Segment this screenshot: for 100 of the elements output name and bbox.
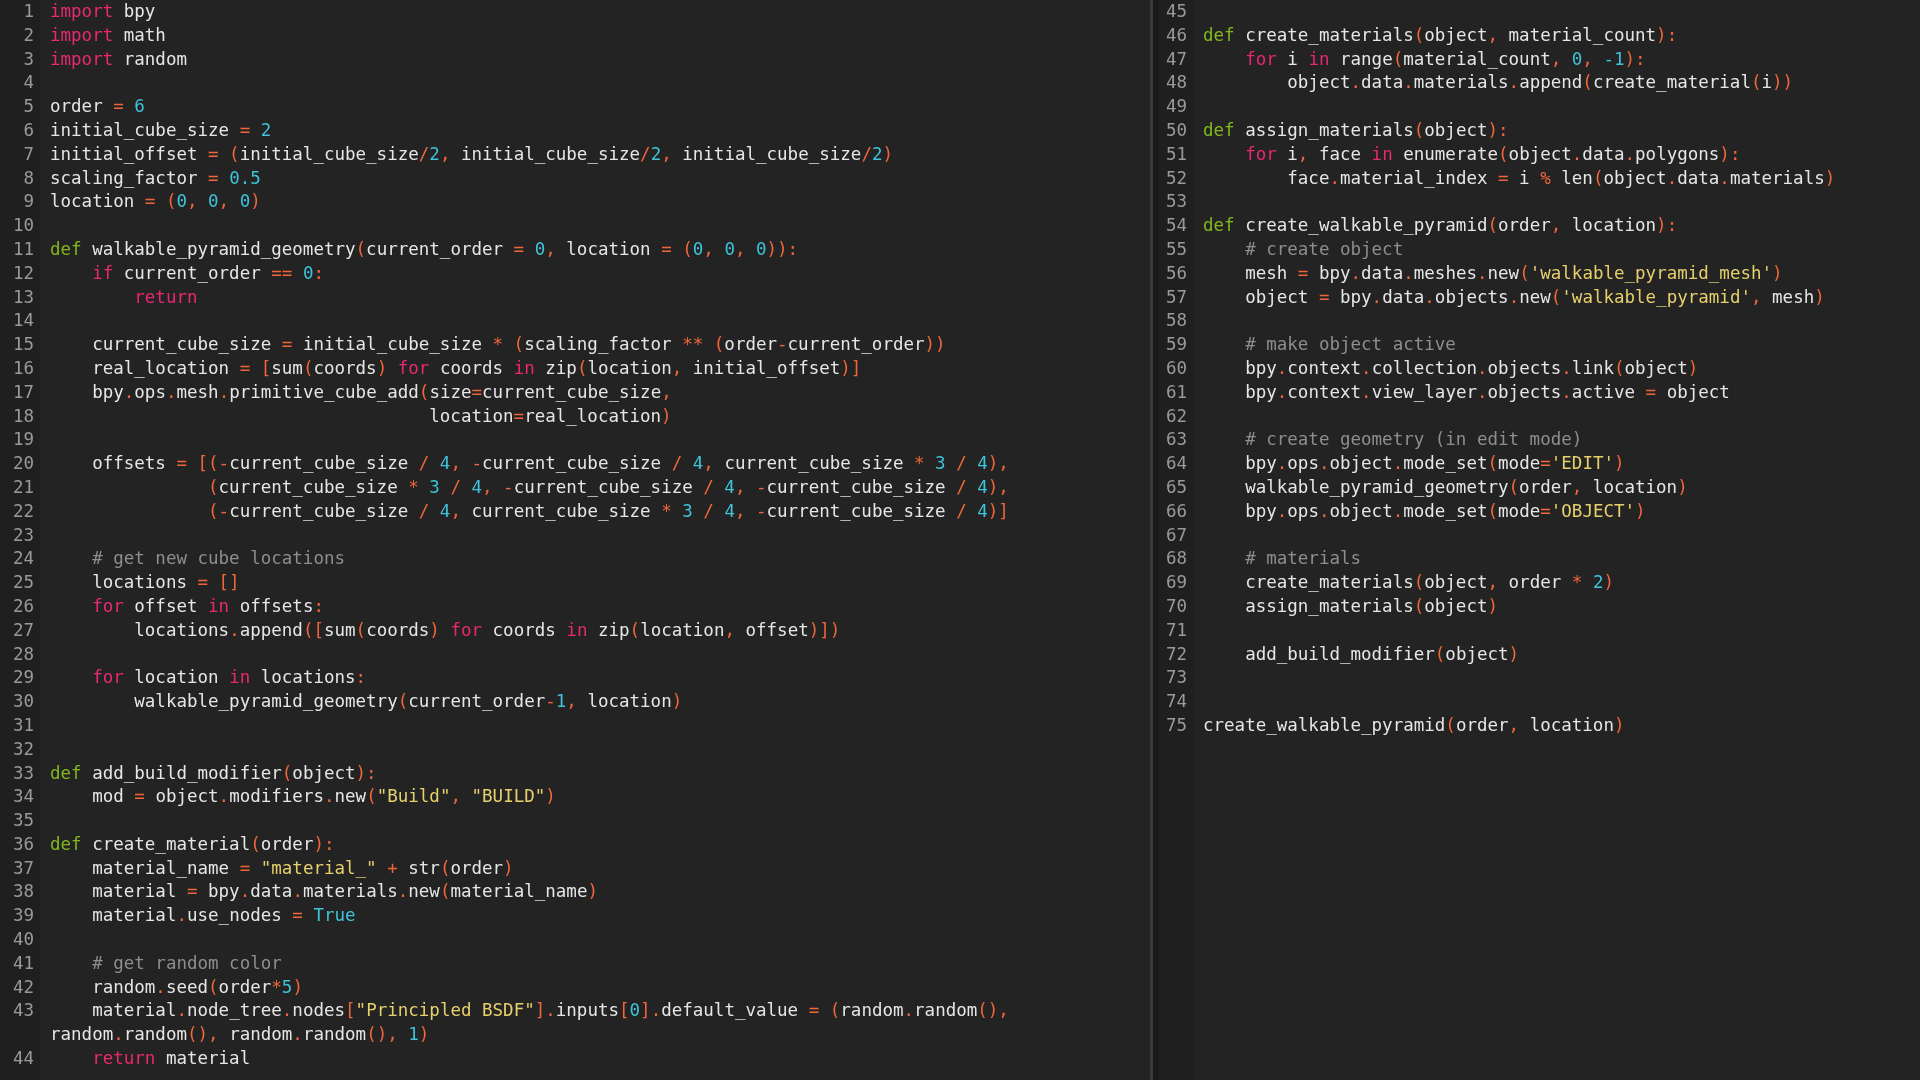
line-number: 66 xyxy=(1165,500,1187,521)
line-number: 38 xyxy=(12,881,34,902)
code-line: scaling_factor = 0.5 xyxy=(50,167,261,188)
code-line: add_build_modifier(object) xyxy=(1244,643,1520,664)
line-number: 58 xyxy=(1165,310,1187,331)
line-number: 14 xyxy=(12,310,34,331)
line-number: 47 xyxy=(1165,48,1187,69)
code-line: mod = object.modifiers.new("Build", "BUILD") xyxy=(91,786,556,807)
line-number: 32 xyxy=(12,738,34,759)
code-line: def create_walkable_pyramid(order, location): xyxy=(1203,215,1678,236)
line-number: 36 xyxy=(12,833,34,854)
line-number: 28 xyxy=(12,643,34,664)
code-line: order = 6 xyxy=(50,96,145,117)
code-line: location = (0, 0, 0) xyxy=(50,191,261,212)
line-number: 59 xyxy=(1165,334,1187,355)
line-number: 34 xyxy=(12,786,34,807)
code-line: import math xyxy=(50,24,166,45)
code-line: mesh = bpy.data.meshes.new('walkable_pyramid_mesh') xyxy=(1244,262,1783,283)
code-line: current_cube_size = initial_cube_size * (scaling_factor ** (order-current_order)) xyxy=(91,334,946,355)
code-line: def create_materials(object, material_count): xyxy=(1203,24,1678,45)
line-number: 35 xyxy=(12,810,34,831)
line-number: 22 xyxy=(12,500,34,521)
code-line: random.random(), random.random(), 1) xyxy=(50,1024,430,1045)
code-line: # get new cube locations xyxy=(91,548,345,569)
code-line: # create geometry (in edit mode) xyxy=(1244,429,1583,450)
code-line: random.seed(order*5) xyxy=(91,976,303,997)
code-line: # get random color xyxy=(91,952,282,973)
code-line: # create object xyxy=(1244,238,1404,259)
line-number: 68 xyxy=(1165,548,1187,569)
line-number: 8 xyxy=(23,167,34,188)
line-number: 7 xyxy=(23,143,34,164)
line-number: 5 xyxy=(23,96,34,117)
line-number: 18 xyxy=(12,405,34,426)
line-number: 57 xyxy=(1165,286,1187,307)
code-line: if current_order == 0: xyxy=(91,262,324,283)
code-line: initial_cube_size = 2 xyxy=(50,120,272,140)
line-number: 15 xyxy=(12,334,34,355)
code-line: for i in range(material_count, 0, -1): xyxy=(1244,48,1646,69)
code-line: def create_material(order): xyxy=(50,833,335,854)
line-number: 65 xyxy=(1165,476,1187,497)
code-line: def walkable_pyramid_geometry(current_order = 0, location = (0, 0, 0)): xyxy=(50,238,799,259)
line-number: 39 xyxy=(12,905,34,926)
line-number: 67 xyxy=(1165,524,1187,545)
line-number: 23 xyxy=(12,524,34,545)
code-line: walkable_pyramid_geometry(order, location) xyxy=(1244,476,1688,497)
line-number: 53 xyxy=(1165,191,1187,212)
code-line: bpy.ops.mesh.primitive_cube_add(size=current_cube_size, xyxy=(91,381,672,402)
code-line: material.use_nodes = True xyxy=(91,905,356,926)
line-number: 17 xyxy=(12,381,34,402)
code-line: for i, face in enumerate(object.data.polygons): xyxy=(1244,143,1741,164)
line-number: 63 xyxy=(1165,429,1187,450)
line-number: 64 xyxy=(1165,453,1187,474)
line-number: 25 xyxy=(12,572,34,593)
line-number: 46 xyxy=(1165,24,1187,45)
line-number: 69 xyxy=(1165,572,1187,593)
line-number: 41 xyxy=(12,952,34,973)
line-number: 11 xyxy=(12,238,34,259)
code-line: material.node_tree.nodes["Principled BSDF"].inputs[0].default_value = (random.random(), xyxy=(91,1000,1009,1021)
line-number: 48 xyxy=(1165,72,1187,93)
code-line: def assign_materials(object): xyxy=(1203,120,1509,140)
line-number: 16 xyxy=(12,357,34,378)
line-number: 72 xyxy=(1165,643,1187,664)
line-number: 73 xyxy=(1165,667,1187,688)
line-number: 30 xyxy=(12,691,34,712)
line-number: 40 xyxy=(12,929,34,950)
line-number: 26 xyxy=(12,595,34,616)
line-number: 27 xyxy=(12,619,34,640)
code-line: (current_cube_size * 3 / 4, -current_cube_size / 4, -current_cube_size / 4), xyxy=(207,476,1009,497)
code-line: bpy.ops.object.mode_set(mode='EDIT') xyxy=(1244,453,1625,474)
code-line: # materials xyxy=(1244,548,1362,569)
code-line: create_materials(object, order * 2) xyxy=(1244,572,1614,593)
code-line: real_location = [sum(coords) for coords in zip(location, initial_offset)] xyxy=(91,357,862,378)
code-line: for offset in offsets: xyxy=(91,595,324,616)
code-line: import bpy xyxy=(50,1,156,21)
line-number: 43 xyxy=(12,1000,34,1021)
code-line: for location in locations: xyxy=(91,667,367,688)
line-number: 42 xyxy=(12,976,34,997)
code-line: locations.append([sum(coords) for coords in zip(location, offset)]) xyxy=(133,619,841,640)
line-number: 60 xyxy=(1165,357,1187,378)
line-number: 24 xyxy=(12,548,34,569)
line-number: 70 xyxy=(1165,595,1187,616)
line-number: 55 xyxy=(1165,238,1187,259)
line-number: 71 xyxy=(1165,619,1187,640)
line-number: 19 xyxy=(12,429,34,450)
line-number: 33 xyxy=(12,762,34,783)
line-number: 10 xyxy=(12,215,34,236)
line-number: 50 xyxy=(1165,120,1187,140)
line-number: 52 xyxy=(1165,167,1187,188)
code-line: initial_offset = (initial_cube_size/2, initial_cube_size/2, initial_cube_size/2) xyxy=(50,143,893,164)
code-line: return xyxy=(133,286,198,307)
line-number: 51 xyxy=(1165,143,1187,164)
code-line: return material xyxy=(91,1048,251,1069)
line-number: 37 xyxy=(12,857,34,878)
code-line: walkable_pyramid_geometry(current_order-1, location) xyxy=(133,691,683,712)
code-line: object.data.materials.append(create_material(i)) xyxy=(1286,72,1794,93)
code-line: # make object active xyxy=(1244,334,1456,355)
line-number: 13 xyxy=(12,286,34,307)
line-number: 56 xyxy=(1165,262,1187,283)
line-number: 9 xyxy=(23,191,34,212)
code-line: object = bpy.data.objects.new('walkable_pyramid', mesh) xyxy=(1244,286,1825,307)
